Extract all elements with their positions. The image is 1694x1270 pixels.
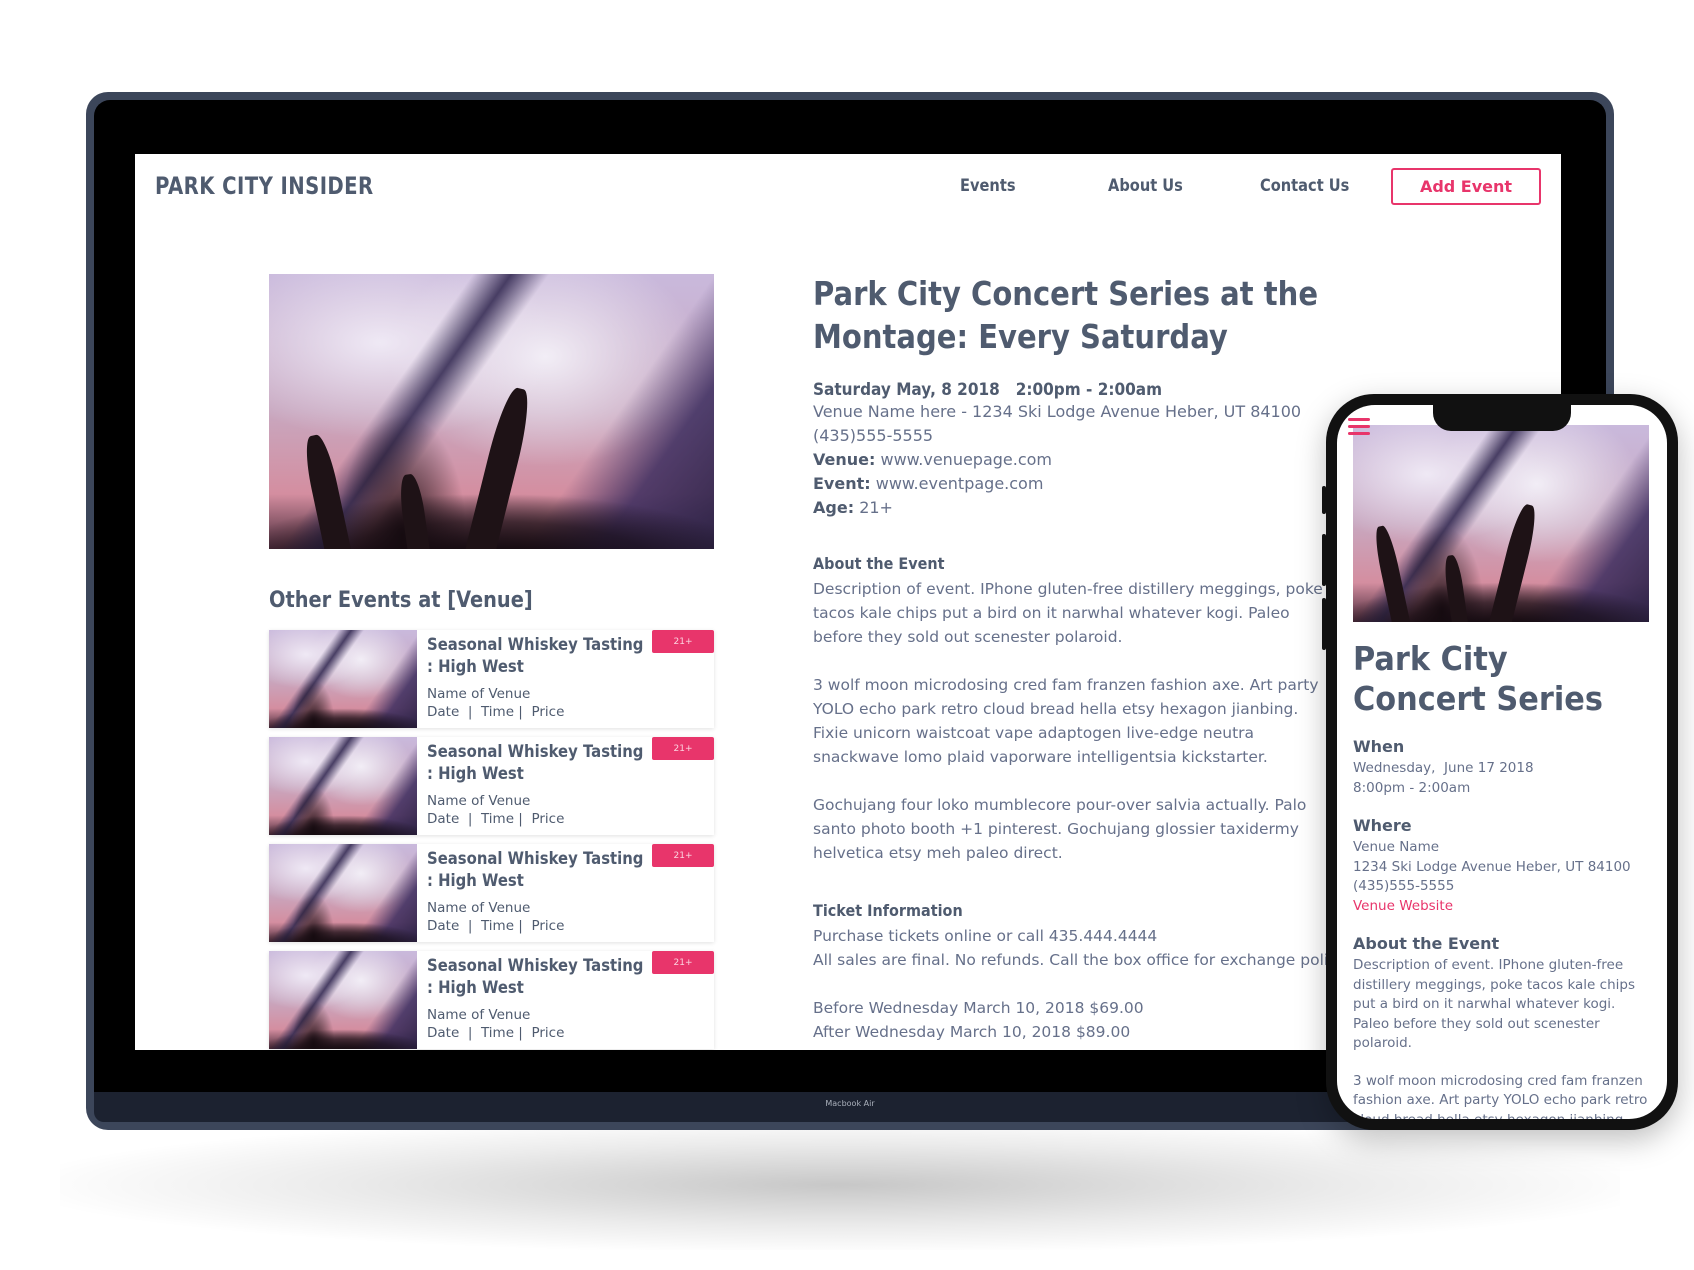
event-card[interactable]: Seasonal Whiskey Tasting : High West Nam… bbox=[269, 844, 714, 942]
venue-url-link[interactable]: www.venuepage.com bbox=[880, 450, 1052, 469]
where-address: 1234 Ski Lodge Avenue Heber, UT 84100 bbox=[1353, 858, 1631, 875]
event-card-title: Seasonal Whiskey Tasting : High West bbox=[427, 956, 644, 997]
about-paragraph: Description of event. IPhone gluten-free… bbox=[813, 580, 1323, 646]
where-heading: Where bbox=[1353, 816, 1412, 835]
age-value: 21+ bbox=[859, 498, 893, 517]
age-badge: 21+ bbox=[652, 630, 714, 653]
event-card-venue: Name of Venue bbox=[427, 793, 531, 809]
event-card[interactable]: Seasonal Whiskey Tasting : High West Nam… bbox=[269, 951, 714, 1049]
about-paragraph: 3 wolf moon microdosing cred fam franzen… bbox=[813, 676, 1319, 766]
when-heading: When bbox=[1353, 737, 1405, 756]
event-card-meta: Date | Time | Price bbox=[427, 704, 565, 720]
event-card-meta: Date | Time | Price bbox=[427, 1025, 565, 1041]
phone-side-button bbox=[1322, 534, 1326, 586]
about-paragraph: Gochujang four loko mumblecore pour-over… bbox=[813, 796, 1307, 862]
nav-contact-us[interactable]: Contact Us bbox=[1260, 176, 1349, 196]
add-event-button[interactable]: Add Event bbox=[1391, 168, 1541, 205]
mobile-about-paragraph: 3 wolf moon microdosing cred fam franzen… bbox=[1353, 1072, 1648, 1120]
event-url-label: Event: bbox=[813, 474, 871, 493]
phone-mockup: Park City Concert Series When Wednesday,… bbox=[1322, 394, 1678, 1130]
mobile-about-paragraph: Description of event. IPhone gluten-free… bbox=[1353, 957, 1635, 1051]
event-card-venue: Name of Venue bbox=[427, 686, 531, 702]
where-venue-name: Venue Name bbox=[1353, 839, 1440, 855]
event-card-title: Seasonal Whiskey Tasting : High West bbox=[427, 742, 644, 783]
when-time: 8:00pm - 2:00am bbox=[1353, 779, 1471, 796]
where-phone: (435)555-5555 bbox=[1353, 878, 1455, 894]
event-card-venue: Name of Venue bbox=[427, 900, 531, 916]
phone-side-button bbox=[1322, 486, 1326, 514]
device-shadow bbox=[60, 1120, 1620, 1250]
event-card[interactable]: Seasonal Whiskey Tasting : High West Nam… bbox=[269, 630, 714, 728]
venue-website-link[interactable]: Venue Website bbox=[1353, 897, 1653, 917]
event-thumbnail bbox=[269, 737, 417, 835]
phone-notch bbox=[1433, 405, 1571, 431]
mobile-page: Park City Concert Series When Wednesday,… bbox=[1337, 405, 1667, 1119]
event-url-link[interactable]: www.eventpage.com bbox=[876, 474, 1044, 493]
event-card-title: Seasonal Whiskey Tasting : High West bbox=[427, 849, 644, 890]
event-hero-image bbox=[269, 274, 714, 549]
event-card-meta: Date | Time | Price bbox=[427, 918, 565, 934]
event-card-venue: Name of Venue bbox=[427, 1007, 531, 1023]
age-badge: 21+ bbox=[652, 844, 714, 867]
event-title: Park City Concert Series at the Montage:… bbox=[813, 274, 1319, 356]
mobile-event-image bbox=[1353, 425, 1649, 622]
phone-side-button bbox=[1322, 598, 1326, 650]
event-card[interactable]: Seasonal Whiskey Tasting : High West Nam… bbox=[269, 737, 714, 835]
event-card-meta: Date | Time | Price bbox=[427, 811, 565, 827]
mobile-content: Park City Concert Series When Wednesday,… bbox=[1353, 639, 1653, 1119]
mobile-about-heading: About the Event bbox=[1353, 934, 1500, 953]
hamburger-menu-icon[interactable] bbox=[1348, 418, 1370, 436]
venue-url-label: Venue: bbox=[813, 450, 876, 469]
main-nav: Events About Us Contact Us bbox=[135, 176, 1561, 206]
when-date: Wednesday, June 17 2018 bbox=[1353, 760, 1534, 776]
event-thumbnail bbox=[269, 630, 417, 728]
nav-events[interactable]: Events bbox=[960, 176, 1016, 196]
event-card-title: Seasonal Whiskey Tasting : High West bbox=[427, 635, 644, 676]
nav-about-us[interactable]: About Us bbox=[1108, 176, 1183, 196]
age-label: Age: bbox=[813, 498, 855, 517]
age-badge: 21+ bbox=[652, 951, 714, 974]
age-badge: 21+ bbox=[652, 737, 714, 760]
event-thumbnail bbox=[269, 844, 417, 942]
other-events-heading: Other Events at [Venue] bbox=[269, 588, 533, 613]
event-datetime: Saturday May, 8 2018 2:00pm - 2:00am bbox=[813, 380, 1163, 400]
event-thumbnail bbox=[269, 951, 417, 1049]
mobile-event-title: Park City Concert Series bbox=[1353, 639, 1603, 718]
